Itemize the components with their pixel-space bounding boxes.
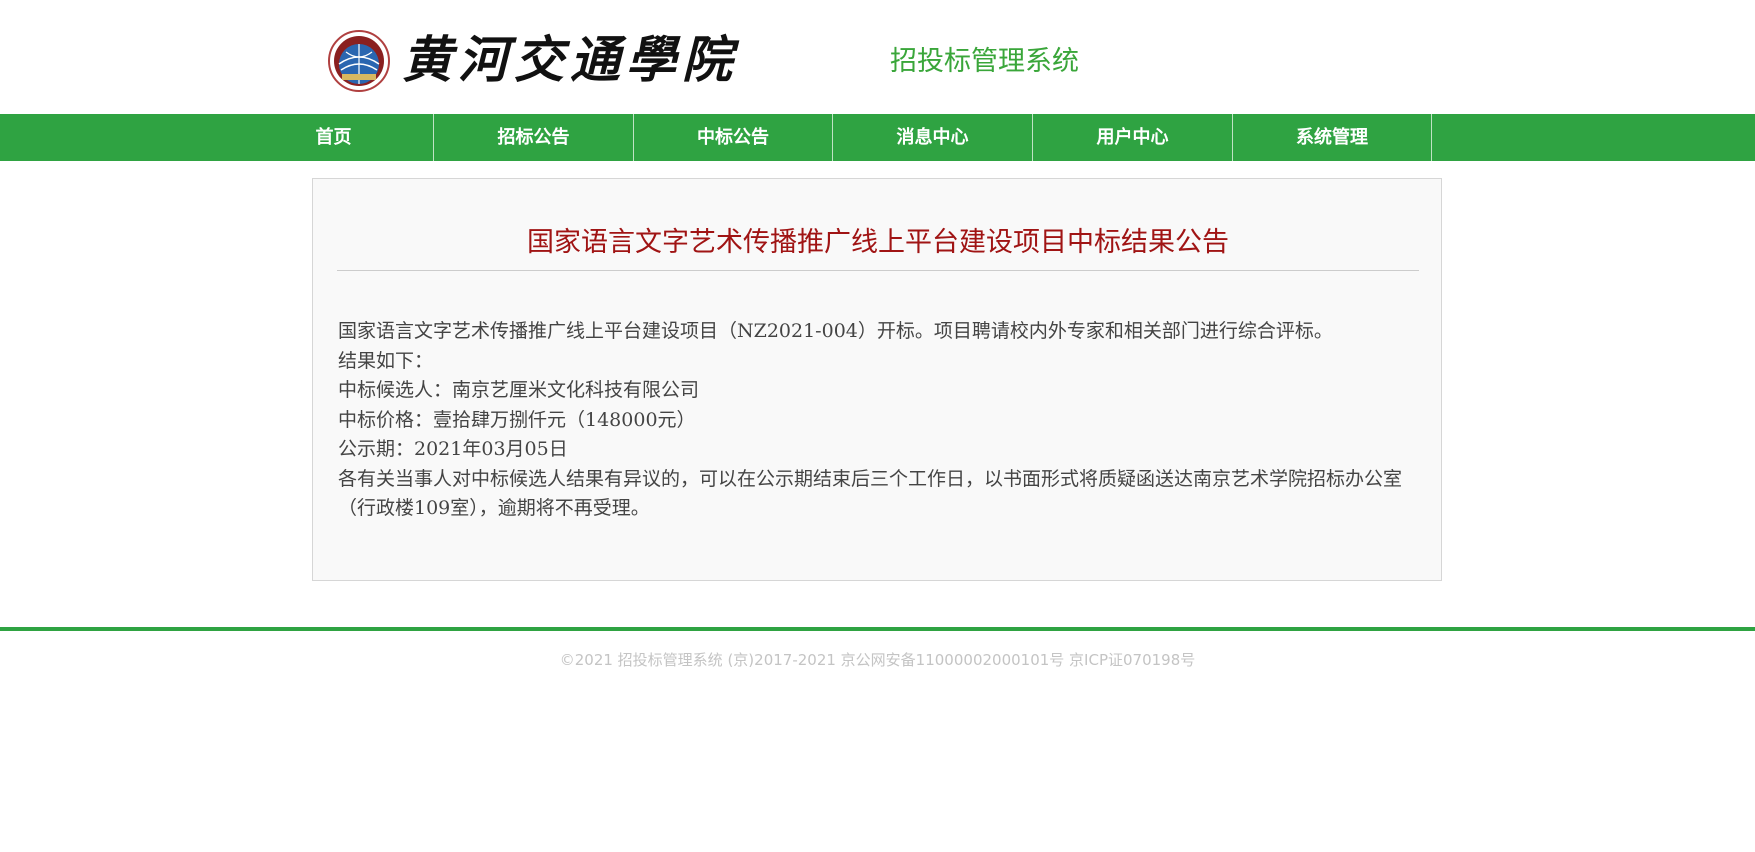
site-header: 黄河交通學院 招投标管理系统 bbox=[0, 0, 1755, 114]
nav-item-user-center[interactable]: 用户中心 bbox=[1033, 114, 1233, 161]
footer-divider bbox=[0, 627, 1755, 631]
nav-item-system-admin[interactable]: 系统管理 bbox=[1233, 114, 1432, 161]
announcement-body: 国家语言文字艺术传播推广线上平台建设项目（NZ2021-004）开标。项目聘请校… bbox=[338, 317, 1418, 524]
objection-notice: 各有关当事人对中标候选人结果有异议的，可以在公示期结束后三个工作日，以书面形式将… bbox=[338, 467, 1403, 520]
school-name-logotype: 黄河交通學院 bbox=[402, 30, 738, 89]
nav-item-home[interactable]: 首页 bbox=[234, 114, 434, 161]
system-title: 招投标管理系统 bbox=[890, 46, 1079, 77]
main-nav: 首页 招标公告 中标公告 消息中心 用户中心 系统管理 bbox=[0, 114, 1755, 161]
announcement-paragraph: 国家语言文字艺术传播推广线上平台建设项目（NZ2021-004）开标。项目聘请校… bbox=[338, 320, 1333, 342]
footer-copyright: ©2021 招投标管理系统 (京)2017-2021 京公网安备11000002… bbox=[559, 651, 1196, 669]
nav-item-message-center[interactable]: 消息中心 bbox=[833, 114, 1033, 161]
announcement-paragraph: 结果如下： bbox=[338, 349, 434, 372]
nav-item-tender-notices[interactable]: 招标公告 bbox=[434, 114, 634, 161]
winning-price: 中标价格：壹拾肆万捌仟元（148000元） bbox=[338, 408, 696, 431]
nav-item-award-notices[interactable]: 中标公告 bbox=[634, 114, 833, 161]
winning-bidder: 中标候选人：南京艺厘米文化科技有限公司 bbox=[338, 379, 700, 401]
title-divider bbox=[337, 270, 1419, 271]
school-emblem-icon bbox=[328, 30, 390, 92]
publicity-period: 公示期：2021年03月05日 bbox=[338, 438, 568, 460]
announcement-title: 国家语言文字艺术传播推广线上平台建设项目中标结果公告 bbox=[527, 227, 1229, 258]
announcement-panel: 国家语言文字艺术传播推广线上平台建设项目中标结果公告 国家语言文字艺术传播推广线… bbox=[312, 178, 1442, 581]
